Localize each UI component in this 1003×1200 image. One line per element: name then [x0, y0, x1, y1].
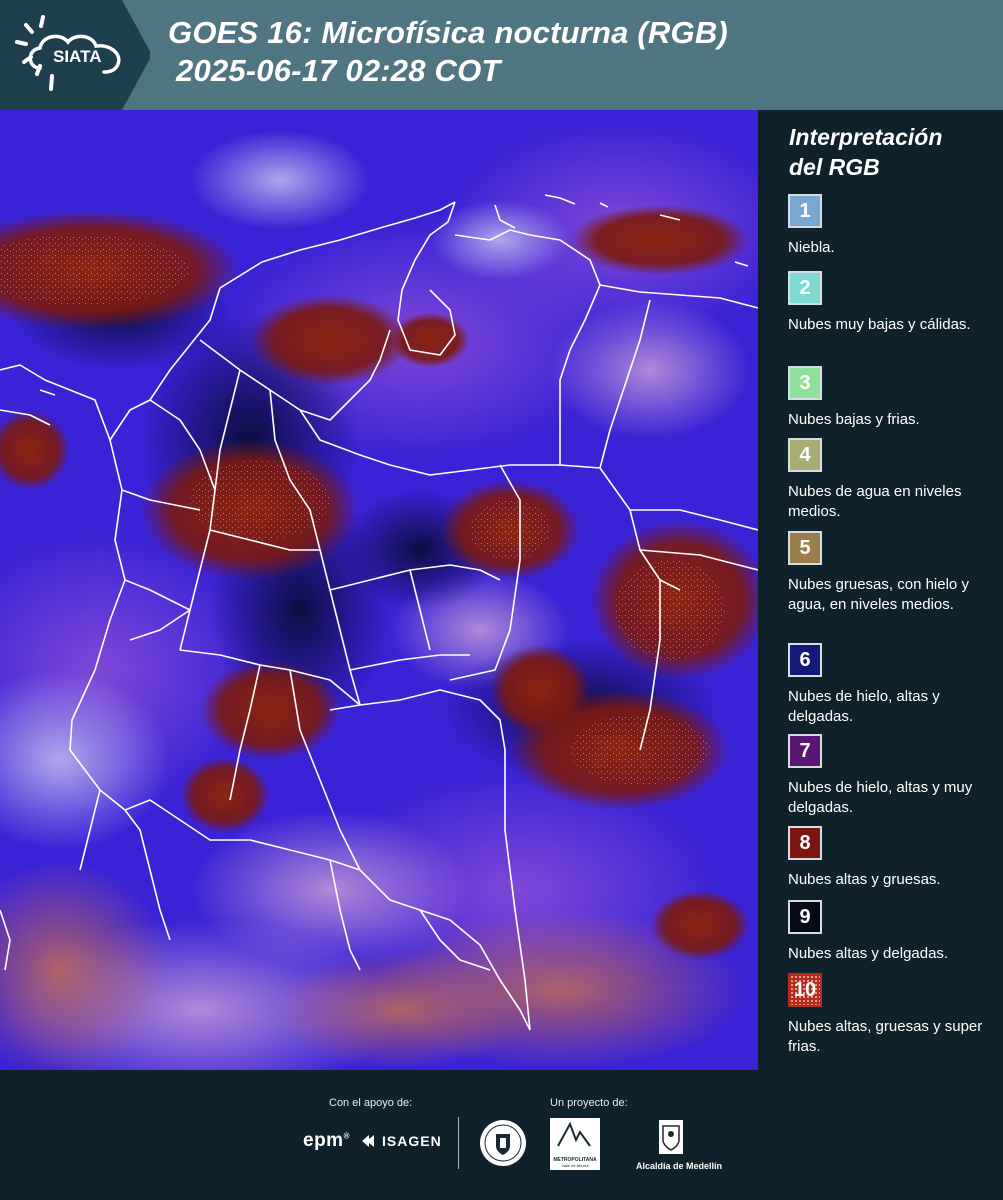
- legend-number: 3: [799, 371, 811, 394]
- alcaldia-text: Alcaldía de Medellín: [636, 1161, 723, 1171]
- legend-label: Nubes de hielo, altas y muy delgadas.: [788, 779, 973, 816]
- legend-item-9: 9 Nubes altas y delgadas.: [788, 900, 988, 964]
- title-line-1: GOES 16: Microfísica nocturna (RGB): [168, 15, 728, 50]
- area-metropolitana-logo[interactable]: METROPOLITANA Valle de Aburrá: [550, 1118, 600, 1170]
- legend-swatch: 10: [788, 973, 822, 1007]
- legend-label: Nubes de agua en niveles medios.: [788, 483, 962, 520]
- logo-text: SIATA: [53, 47, 101, 66]
- legend-number: 7: [799, 739, 811, 762]
- seal-icon: [480, 1120, 526, 1166]
- legend-number: 6: [799, 648, 811, 671]
- rgb-legend: Interpretación del RGB 1 Niebla. 2 Nubes…: [758, 110, 1003, 1070]
- area-logo-sub: Valle de Aburrá: [561, 1163, 589, 1168]
- area-logo-mark: [557, 1121, 591, 1147]
- legend-item-3: 3 Nubes bajas y frias.: [788, 366, 988, 430]
- project-label: Un proyecto de:: [550, 1097, 628, 1109]
- legend-item-7: 7 Nubes de hielo, altas y muy delgadas.: [788, 734, 988, 818]
- legend-swatch: 2: [788, 271, 822, 305]
- legend-title: Interpretación del RGB: [789, 122, 942, 182]
- isagen-logo-text: ISAGEN: [382, 1133, 442, 1149]
- legend-number: 9: [799, 905, 811, 928]
- legend-item-8: 8 Nubes altas y gruesas.: [788, 826, 988, 890]
- legend-label: Nubes muy bajas y cálidas.: [788, 316, 971, 333]
- legend-item-1: 1 Niebla.: [788, 194, 988, 258]
- legend-label: Nubes altas y delgadas.: [788, 945, 949, 962]
- footer-divider: [458, 1117, 459, 1169]
- legend-swatch: 8: [788, 826, 822, 860]
- legend-label: Niebla.: [788, 239, 835, 256]
- title-line-2: 2025-06-17 02:28 COT: [176, 53, 501, 88]
- legend-label: Nubes altas y gruesas.: [788, 871, 941, 888]
- legend-item-2: 2 Nubes muy bajas y cálidas.: [788, 271, 988, 335]
- legend-title-line-2: del RGB: [789, 154, 880, 180]
- isagen-logo[interactable]: ISAGEN: [360, 1133, 442, 1149]
- legend-number: 1: [799, 199, 811, 222]
- satellite-map[interactable]: [0, 110, 758, 1070]
- siata-logo[interactable]: SIATA: [0, 0, 150, 110]
- epm-logo-text: epm: [303, 1130, 344, 1151]
- support-label: Con el apoyo de:: [329, 1097, 413, 1109]
- legend-label: Nubes bajas y frias.: [788, 411, 920, 428]
- header-bar: SIATA GOES 16: Microfísica nocturna (RGB…: [0, 0, 1003, 110]
- alcaldia-shield-icon: [659, 1120, 683, 1154]
- legend-item-4: 4 Nubes de agua en niveles medios.: [788, 438, 988, 522]
- legend-number: 10: [793, 978, 817, 1001]
- legend-label: Nubes de hielo, altas y delgadas.: [788, 688, 940, 725]
- legend-item-10: 10 Nubes altas, gruesas y super frias.: [788, 973, 988, 1057]
- legend-swatch: 5: [788, 531, 822, 565]
- legend-number: 2: [799, 276, 811, 299]
- medellin-seal[interactable]: [478, 1118, 528, 1173]
- logo-badge: SIATA: [0, 0, 150, 110]
- page-title: GOES 16: Microfísica nocturna (RGB) 2025…: [168, 14, 728, 90]
- legend-number: 5: [799, 536, 811, 559]
- alcaldia-logo[interactable]: Alcaldía de Medellín: [636, 1118, 723, 1171]
- rgb-imagery: [0, 110, 758, 1070]
- legend-number: 8: [799, 831, 811, 854]
- legend-swatch: 6: [788, 643, 822, 677]
- legend-swatch: 4: [788, 438, 822, 472]
- legend-swatch: 7: [788, 734, 822, 768]
- legend-number: 4: [799, 443, 811, 466]
- legend-swatch: 9: [788, 900, 822, 934]
- isagen-mark-icon: [362, 1135, 374, 1147]
- legend-label: Nubes altas, gruesas y super frias.: [788, 1018, 983, 1055]
- legend-label: Nubes gruesas, con hielo y agua, en nive…: [788, 576, 969, 613]
- legend-title-line-1: Interpretación: [789, 124, 943, 150]
- legend-item-5: 5 Nubes gruesas, con hielo y agua, en ni…: [788, 531, 988, 615]
- legend-item-6: 6 Nubes de hielo, altas y delgadas.: [788, 643, 988, 727]
- legend-swatch: 1: [788, 194, 822, 228]
- footer: Con el apoyo de: Un proyecto de: epm® IS…: [0, 1070, 1003, 1200]
- epm-logo[interactable]: epm®: [303, 1130, 350, 1152]
- legend-swatch: 3: [788, 366, 822, 400]
